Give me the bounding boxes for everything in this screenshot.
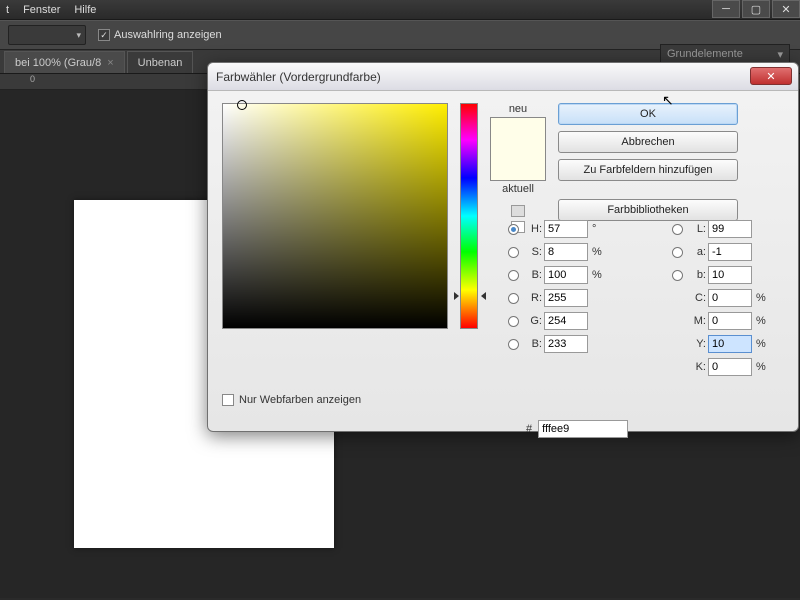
new-label: neu bbox=[509, 103, 527, 115]
menu-item-fenster[interactable]: Fenster bbox=[23, 4, 60, 16]
menu-item-hilfe[interactable]: Hilfe bbox=[74, 4, 96, 16]
label-l: L: bbox=[688, 223, 706, 235]
radio-l[interactable] bbox=[672, 224, 683, 235]
label-s: S: bbox=[524, 246, 542, 258]
cancel-button[interactable]: Abbrechen bbox=[558, 131, 738, 153]
ruler-mark: 0 bbox=[30, 74, 35, 84]
current-label: aktuell bbox=[502, 183, 534, 195]
workspace-dropdown[interactable]: Grundelemente ▾ bbox=[660, 44, 790, 64]
input-k[interactable] bbox=[708, 358, 752, 376]
unit-pct: % bbox=[592, 246, 608, 258]
label-h: H: bbox=[524, 223, 542, 235]
maximize-button[interactable]: ▢ bbox=[742, 0, 770, 18]
label-bl: B: bbox=[524, 338, 542, 350]
input-m[interactable] bbox=[708, 312, 752, 330]
document-tab[interactable]: Unbenan bbox=[127, 51, 194, 73]
unit-deg: ° bbox=[592, 223, 608, 235]
tab-label: bei 100% (Grau/8 bbox=[15, 57, 101, 69]
unit-pct: % bbox=[756, 338, 772, 350]
label-b: B: bbox=[524, 269, 542, 281]
minimize-button[interactable]: ─ bbox=[712, 0, 740, 18]
tool-mode-dropdown[interactable]: ▾ bbox=[8, 25, 86, 45]
input-b2[interactable] bbox=[708, 266, 752, 284]
radio-b2[interactable] bbox=[672, 270, 683, 281]
unit-pct: % bbox=[756, 361, 772, 373]
new-color-swatch bbox=[491, 118, 545, 149]
label-a: a: bbox=[688, 246, 706, 258]
saturation-value-field[interactable] bbox=[222, 103, 448, 329]
radio-a[interactable] bbox=[672, 247, 683, 258]
dialog-title-text: Farbwähler (Vordergrundfarbe) bbox=[216, 70, 381, 84]
hex-row: # bbox=[526, 420, 628, 438]
hsb-rgb-values: H: ° S:% B:% R: G: B: bbox=[508, 220, 608, 353]
input-y[interactable] bbox=[708, 335, 752, 353]
radio-b[interactable] bbox=[508, 270, 519, 281]
gamut-warning-icon[interactable] bbox=[511, 205, 525, 217]
menubar: t Fenster Hilfe bbox=[0, 0, 102, 20]
close-icon[interactable]: × bbox=[107, 57, 113, 69]
color-libraries-button[interactable]: Farbbibliotheken bbox=[558, 199, 738, 221]
input-b[interactable] bbox=[544, 266, 588, 284]
checkbox-icon bbox=[222, 394, 234, 406]
tab-label: Unbenan bbox=[138, 57, 183, 69]
close-button[interactable]: ✕ bbox=[772, 0, 800, 18]
radio-bl[interactable] bbox=[508, 339, 519, 350]
input-g[interactable] bbox=[544, 312, 588, 330]
checkbox-icon: ✓ bbox=[98, 29, 110, 41]
workspace-label: Grundelemente bbox=[667, 48, 743, 60]
input-l[interactable] bbox=[708, 220, 752, 238]
unit-pct: % bbox=[756, 315, 772, 327]
hue-slider-handle bbox=[456, 292, 484, 300]
label-g: G: bbox=[524, 315, 542, 327]
checkbox-label: Auswahlring anzeigen bbox=[114, 29, 222, 41]
chevron-icon: ▾ bbox=[777, 48, 783, 61]
input-a[interactable] bbox=[708, 243, 752, 261]
label-m: M: bbox=[688, 315, 706, 327]
color-preview bbox=[490, 117, 546, 181]
label-r: R: bbox=[524, 292, 542, 304]
menu-item[interactable]: t bbox=[6, 4, 9, 16]
web-colors-checkbox[interactable]: Nur Webfarben anzeigen bbox=[222, 394, 361, 406]
hue-slider[interactable] bbox=[460, 103, 478, 329]
input-c[interactable] bbox=[708, 289, 752, 307]
sv-cursor-icon bbox=[237, 100, 247, 110]
label-k: K: bbox=[688, 361, 706, 373]
webonly-label: Nur Webfarben anzeigen bbox=[239, 394, 361, 406]
radio-r[interactable] bbox=[508, 293, 519, 304]
dialog-title: Farbwähler (Vordergrundfarbe) bbox=[208, 63, 798, 91]
dialog-close-button[interactable]: ✕ bbox=[750, 67, 792, 85]
radio-g[interactable] bbox=[508, 316, 519, 327]
input-r[interactable] bbox=[544, 289, 588, 307]
input-h[interactable] bbox=[544, 220, 588, 238]
unit-pct: % bbox=[756, 292, 772, 304]
lab-cmyk-values: L: a: b: C:% M:% Y:% K:% bbox=[672, 220, 772, 376]
unit-pct: % bbox=[592, 269, 608, 281]
current-color-swatch[interactable] bbox=[491, 149, 545, 180]
label-c: C: bbox=[688, 292, 706, 304]
input-bl[interactable] bbox=[544, 335, 588, 353]
radio-h[interactable] bbox=[508, 224, 519, 235]
show-selection-ring-checkbox[interactable]: ✓ Auswahlring anzeigen bbox=[98, 29, 222, 41]
document-tab[interactable]: bei 100% (Grau/8 × bbox=[4, 51, 125, 73]
ok-button[interactable]: OK bbox=[558, 103, 738, 125]
label-b2: b: bbox=[688, 269, 706, 281]
hex-input[interactable] bbox=[538, 420, 628, 438]
label-y: Y: bbox=[688, 338, 706, 350]
hex-hash: # bbox=[526, 423, 532, 435]
input-s[interactable] bbox=[544, 243, 588, 261]
add-to-swatches-button[interactable]: Zu Farbfeldern hinzufügen bbox=[558, 159, 738, 181]
radio-s[interactable] bbox=[508, 247, 519, 258]
titlebar: t Fenster Hilfe ─ ▢ ✕ bbox=[0, 0, 800, 20]
